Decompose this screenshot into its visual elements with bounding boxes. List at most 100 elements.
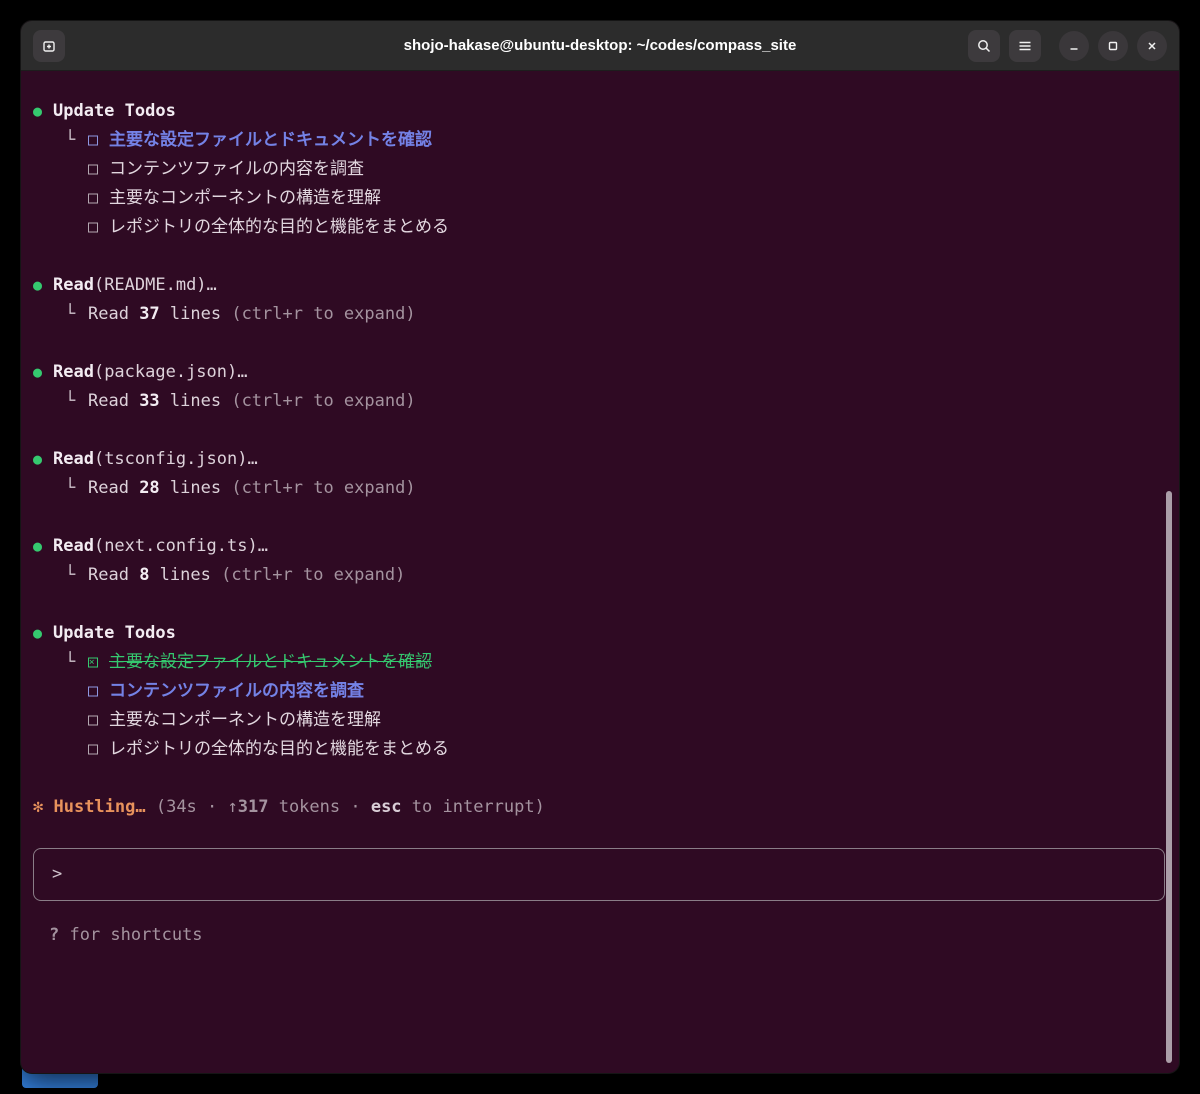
shortcut-text: for shortcuts <box>59 925 203 945</box>
tree-connector-icon: └ <box>65 304 76 324</box>
read-tool-block: ● Read(README.md)… └ Read 37 lines (ctrl+r… <box>33 271 1167 329</box>
line-count: 8 <box>139 565 150 585</box>
tool-arg: (tsconfig.json)… <box>93 449 258 469</box>
hamburger-menu-icon <box>1017 38 1033 54</box>
tool-call-row: ● Read(package.json)… <box>33 358 1167 387</box>
tool-result-row: └ Read 37 lines (ctrl+r to expand) <box>33 300 1167 329</box>
task-bullet-icon: ● <box>33 363 43 381</box>
todo-block: ● Update Todos └ 主要な設定ファイルとドキュメントを確認 コンテンツ… <box>33 619 1167 764</box>
block-title: Update Todos <box>53 623 176 643</box>
terminal-window: shojo-hakase@ubuntu-desktop: ~/codes/com… <box>20 20 1180 1074</box>
tool-arg: (package.json)… <box>93 362 248 382</box>
tool-result-row: └ Read 8 lines (ctrl+r to expand) <box>33 561 1167 590</box>
terminal-content[interactable]: ● Update Todos └ 主要な設定ファイルとドキュメントを確認 コンテンツ… <box>21 71 1179 950</box>
tool-name: Read <box>53 362 94 382</box>
scrollbar-thumb[interactable] <box>1166 491 1172 1063</box>
checkbox-checked-icon <box>88 657 98 668</box>
checkbox-icon <box>88 686 98 697</box>
expand-hint: (ctrl+r to expand) <box>231 304 416 324</box>
tool-name: Read <box>53 275 94 295</box>
line-count: 33 <box>139 391 160 411</box>
status-line: ✻ Hustling… (34s · ↑317 tokens · esc to … <box>33 793 1167 822</box>
tool-call-row: ● Read(next.config.ts)… <box>33 532 1167 561</box>
checkbox-icon <box>88 744 98 755</box>
tree-connector-icon: └ <box>65 130 76 150</box>
read-tool-block: ● Read(next.config.ts)… └ Read 8 lines (ct… <box>33 532 1167 590</box>
token-count: 317 <box>237 797 269 817</box>
expand-hint: (ctrl+r to expand) <box>231 478 416 498</box>
checkbox-icon <box>88 164 98 175</box>
todo-text: コンテンツファイルの内容を調査 <box>109 681 364 701</box>
tree-connector-icon: └ <box>65 565 76 585</box>
todo-item: レポジトリの全体的な目的と機能をまとめる <box>33 735 1167 764</box>
search-button[interactable] <box>968 29 1000 62</box>
checkbox-icon <box>88 222 98 233</box>
todo-text: コンテンツファイルの内容を調査 <box>109 159 364 179</box>
tool-arg: (README.md)… <box>93 275 217 295</box>
line-count: 28 <box>139 478 160 498</box>
todo-item: コンテンツファイルの内容を調査 <box>33 155 1167 184</box>
todo-item: 主要なコンポーネントの構造を理解 <box>33 184 1167 213</box>
maximize-button[interactable] <box>1098 30 1128 61</box>
line-count: 37 <box>139 304 160 324</box>
result-text: lines <box>159 478 232 498</box>
tool-result-row: └ Read 33 lines (ctrl+r to expand) <box>33 387 1167 416</box>
tree-connector-icon: └ <box>65 391 76 411</box>
todo-block-header: ● Update Todos <box>33 97 1167 126</box>
todo-text: レポジトリの全体的な目的と機能をまとめる <box>109 217 449 237</box>
status-text: tokens · <box>268 797 371 817</box>
menu-button[interactable] <box>1009 29 1041 62</box>
checkbox-icon <box>88 135 98 146</box>
result-text: Read <box>88 565 140 585</box>
task-bullet-icon: ● <box>33 537 43 555</box>
minimize-icon <box>1067 39 1081 53</box>
result-text: lines <box>149 565 222 585</box>
spinner-icon: ✻ <box>33 797 54 817</box>
maximize-icon <box>1106 39 1120 53</box>
expand-hint: (ctrl+r to expand) <box>231 391 416 411</box>
new-tab-icon <box>41 38 57 54</box>
close-button[interactable] <box>1137 30 1167 61</box>
todo-item: コンテンツファイルの内容を調査 <box>33 677 1167 706</box>
task-bullet-icon: ● <box>33 276 43 294</box>
todo-text: 主要な設定ファイルとドキュメントを確認 <box>109 130 432 150</box>
todo-block-header: ● Update Todos <box>33 619 1167 648</box>
result-text: lines <box>159 391 232 411</box>
todo-text: レポジトリの全体的な目的と機能をまとめる <box>109 739 449 759</box>
read-tool-block: ● Read(package.json)… └ Read 33 lines (ctr… <box>33 358 1167 416</box>
todo-item: レポジトリの全体的な目的と機能をまとめる <box>33 213 1167 242</box>
tree-connector-icon: └ <box>65 478 76 498</box>
expand-hint: (ctrl+r to expand) <box>221 565 406 585</box>
todo-text: 主要な設定ファイルとドキュメントを確認 <box>109 652 432 672</box>
status-text: (34s · <box>155 797 228 817</box>
new-tab-button[interactable] <box>33 29 65 62</box>
tool-arg: (next.config.ts)… <box>93 536 268 556</box>
titlebar[interactable]: shojo-hakase@ubuntu-desktop: ~/codes/com… <box>21 21 1179 71</box>
todo-text: 主要なコンポーネントの構造を理解 <box>109 188 381 208</box>
tree-connector-icon: └ <box>65 652 76 672</box>
search-icon <box>976 38 992 54</box>
tool-call-row: ● Read(tsconfig.json)… <box>33 445 1167 474</box>
tool-call-row: ● Read(README.md)… <box>33 271 1167 300</box>
minimize-button[interactable] <box>1059 30 1089 61</box>
checkbox-icon <box>88 193 98 204</box>
block-title: Update Todos <box>53 101 176 121</box>
status-text: to interrupt) <box>401 797 545 817</box>
shortcuts-hint: ? for shortcuts <box>33 921 1167 950</box>
result-text: Read <box>88 478 140 498</box>
todo-item: └ 主要な設定ファイルとドキュメントを確認 <box>33 648 1167 677</box>
result-text: Read <box>88 304 140 324</box>
arrow-up-icon: ↑ <box>227 797 238 817</box>
todo-text: 主要なコンポーネントの構造を理解 <box>109 710 381 730</box>
tool-result-row: └ Read 28 lines (ctrl+r to expand) <box>33 474 1167 503</box>
result-text: Read <box>88 391 140 411</box>
result-text: lines <box>159 304 232 324</box>
close-icon <box>1145 39 1159 53</box>
tool-name: Read <box>53 449 94 469</box>
checkbox-icon <box>88 715 98 726</box>
prompt-input-box[interactable]: > <box>33 848 1165 901</box>
task-bullet-icon: ● <box>33 450 43 468</box>
todo-item: └ 主要な設定ファイルとドキュメントを確認 <box>33 126 1167 155</box>
task-bullet-icon: ● <box>33 102 43 120</box>
todo-item: 主要なコンポーネントの構造を理解 <box>33 706 1167 735</box>
